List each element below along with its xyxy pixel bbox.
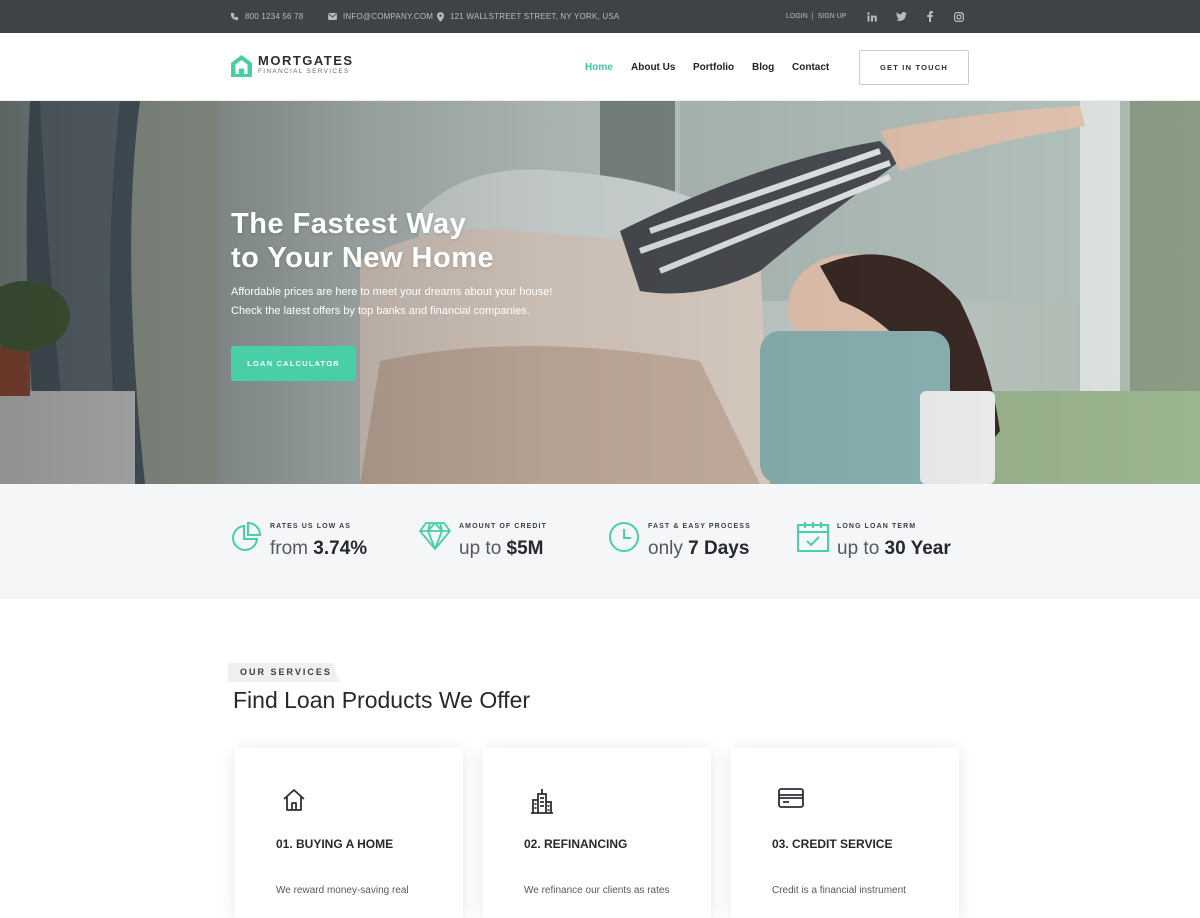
- stat-value: up to 30 Year: [837, 538, 951, 559]
- hero-text-line2: Check the latest offers by top banks and…: [231, 305, 530, 317]
- brand-logo[interactable]: MORTGATES FINANCIAL SERVICES: [231, 54, 354, 77]
- top-bar: 800 1234 56 78 INFO@COMPANY.COM 121 WALL…: [0, 0, 1200, 33]
- phone-number: 800 1234 56 78: [245, 12, 304, 21]
- address-text: 121 WALLSTREET STREET, NY YORK, USA: [450, 12, 620, 21]
- house-logo-icon: [231, 54, 252, 77]
- map-pin-icon: [437, 11, 444, 22]
- address-contact: 121 WALLSTREET STREET, NY YORK, USA: [437, 0, 619, 33]
- nav-contact[interactable]: Contact: [792, 62, 829, 73]
- calendar-check-icon: [797, 522, 829, 552]
- hero-title-line2: to Your New Home: [231, 242, 495, 274]
- loan-calculator-button[interactable]: LOAN CALCULATOR: [231, 346, 356, 381]
- instagram-icon[interactable]: [954, 0, 964, 33]
- service-text: Credit is a financial instrument: [772, 885, 906, 896]
- stats-bar: RATES US LOW AS from 3.74% AMOUNT OF CRE…: [0, 484, 1200, 599]
- stat-value: up to $5M: [459, 538, 544, 559]
- stat-value: from 3.74%: [270, 538, 368, 559]
- phone-icon: [230, 12, 239, 21]
- service-text: We reward money-saving real: [276, 885, 409, 896]
- stat-label: RATES US LOW AS: [270, 523, 352, 530]
- service-title: 01. BUYING A HOME: [276, 837, 394, 851]
- hero-section: The Fastest Way to Your New Home Afforda…: [0, 101, 1200, 484]
- hero-title: The Fastest Way to Your New Home: [231, 207, 651, 275]
- get-in-touch-button[interactable]: GET IN TOUCH: [859, 50, 969, 85]
- service-card-buying[interactable]: 01. BUYING A HOME We reward money-saving…: [235, 748, 463, 918]
- nav-home[interactable]: Home: [585, 62, 613, 73]
- nav-about-us[interactable]: About Us: [631, 62, 675, 73]
- brand-tagline: FINANCIAL SERVICES: [258, 68, 350, 75]
- buildings-icon: [531, 789, 553, 814]
- clock-icon: [609, 522, 639, 552]
- stat-label: AMOUNT OF CREDIT: [459, 523, 547, 530]
- email-contact[interactable]: INFO@COMPANY.COM: [328, 0, 433, 33]
- hero-text-line1: Affordable prices are here to meet your …: [231, 286, 553, 298]
- stat-label: FAST & EASY PROCESS: [648, 523, 751, 530]
- auth-links: LOGIN | SIGN UP: [786, 0, 846, 33]
- envelope-icon: [328, 13, 337, 20]
- hero-title-line1: The Fastest Way: [231, 208, 467, 240]
- hero-background-image: [0, 101, 1200, 484]
- house-icon: [283, 789, 305, 811]
- signup-link[interactable]: SIGN UP: [818, 13, 847, 20]
- email-address: INFO@COMPANY.COM: [343, 12, 434, 21]
- stat-label: LONG LOAN TERM: [837, 523, 917, 530]
- credit-card-icon: [778, 788, 804, 808]
- twitter-icon[interactable]: [896, 0, 907, 33]
- service-title: 03. CREDIT SERVICE: [772, 837, 893, 851]
- service-card-refinancing[interactable]: 02. REFINANCING We refinance our clients…: [483, 748, 711, 918]
- nav-portfolio[interactable]: Portfolio: [693, 62, 734, 73]
- phone-contact[interactable]: 800 1234 56 78: [230, 0, 303, 33]
- service-card-credit[interactable]: 03. CREDIT SERVICE Credit is a financial…: [731, 748, 959, 918]
- diamond-icon: [419, 522, 451, 550]
- pie-chart-icon: [232, 521, 262, 551]
- linkedin-icon[interactable]: [867, 0, 877, 33]
- main-header: MORTGATES FINANCIAL SERVICES Home About …: [0, 33, 1200, 101]
- auth-separator: |: [811, 13, 814, 20]
- nav-blog[interactable]: Blog: [752, 62, 774, 73]
- services-badge-label: OUR SERVICES: [240, 667, 332, 677]
- service-title: 02. REFINANCING: [524, 837, 628, 851]
- services-title: Find Loan Products We Offer: [233, 687, 531, 713]
- services-badge: OUR SERVICES: [228, 663, 340, 682]
- service-text: We refinance our clients as rates: [524, 885, 670, 896]
- facebook-icon[interactable]: [927, 0, 933, 33]
- stat-value: only 7 Days: [648, 538, 750, 559]
- login-link[interactable]: LOGIN: [786, 13, 808, 20]
- brand-name: MORTGATES: [258, 53, 354, 68]
